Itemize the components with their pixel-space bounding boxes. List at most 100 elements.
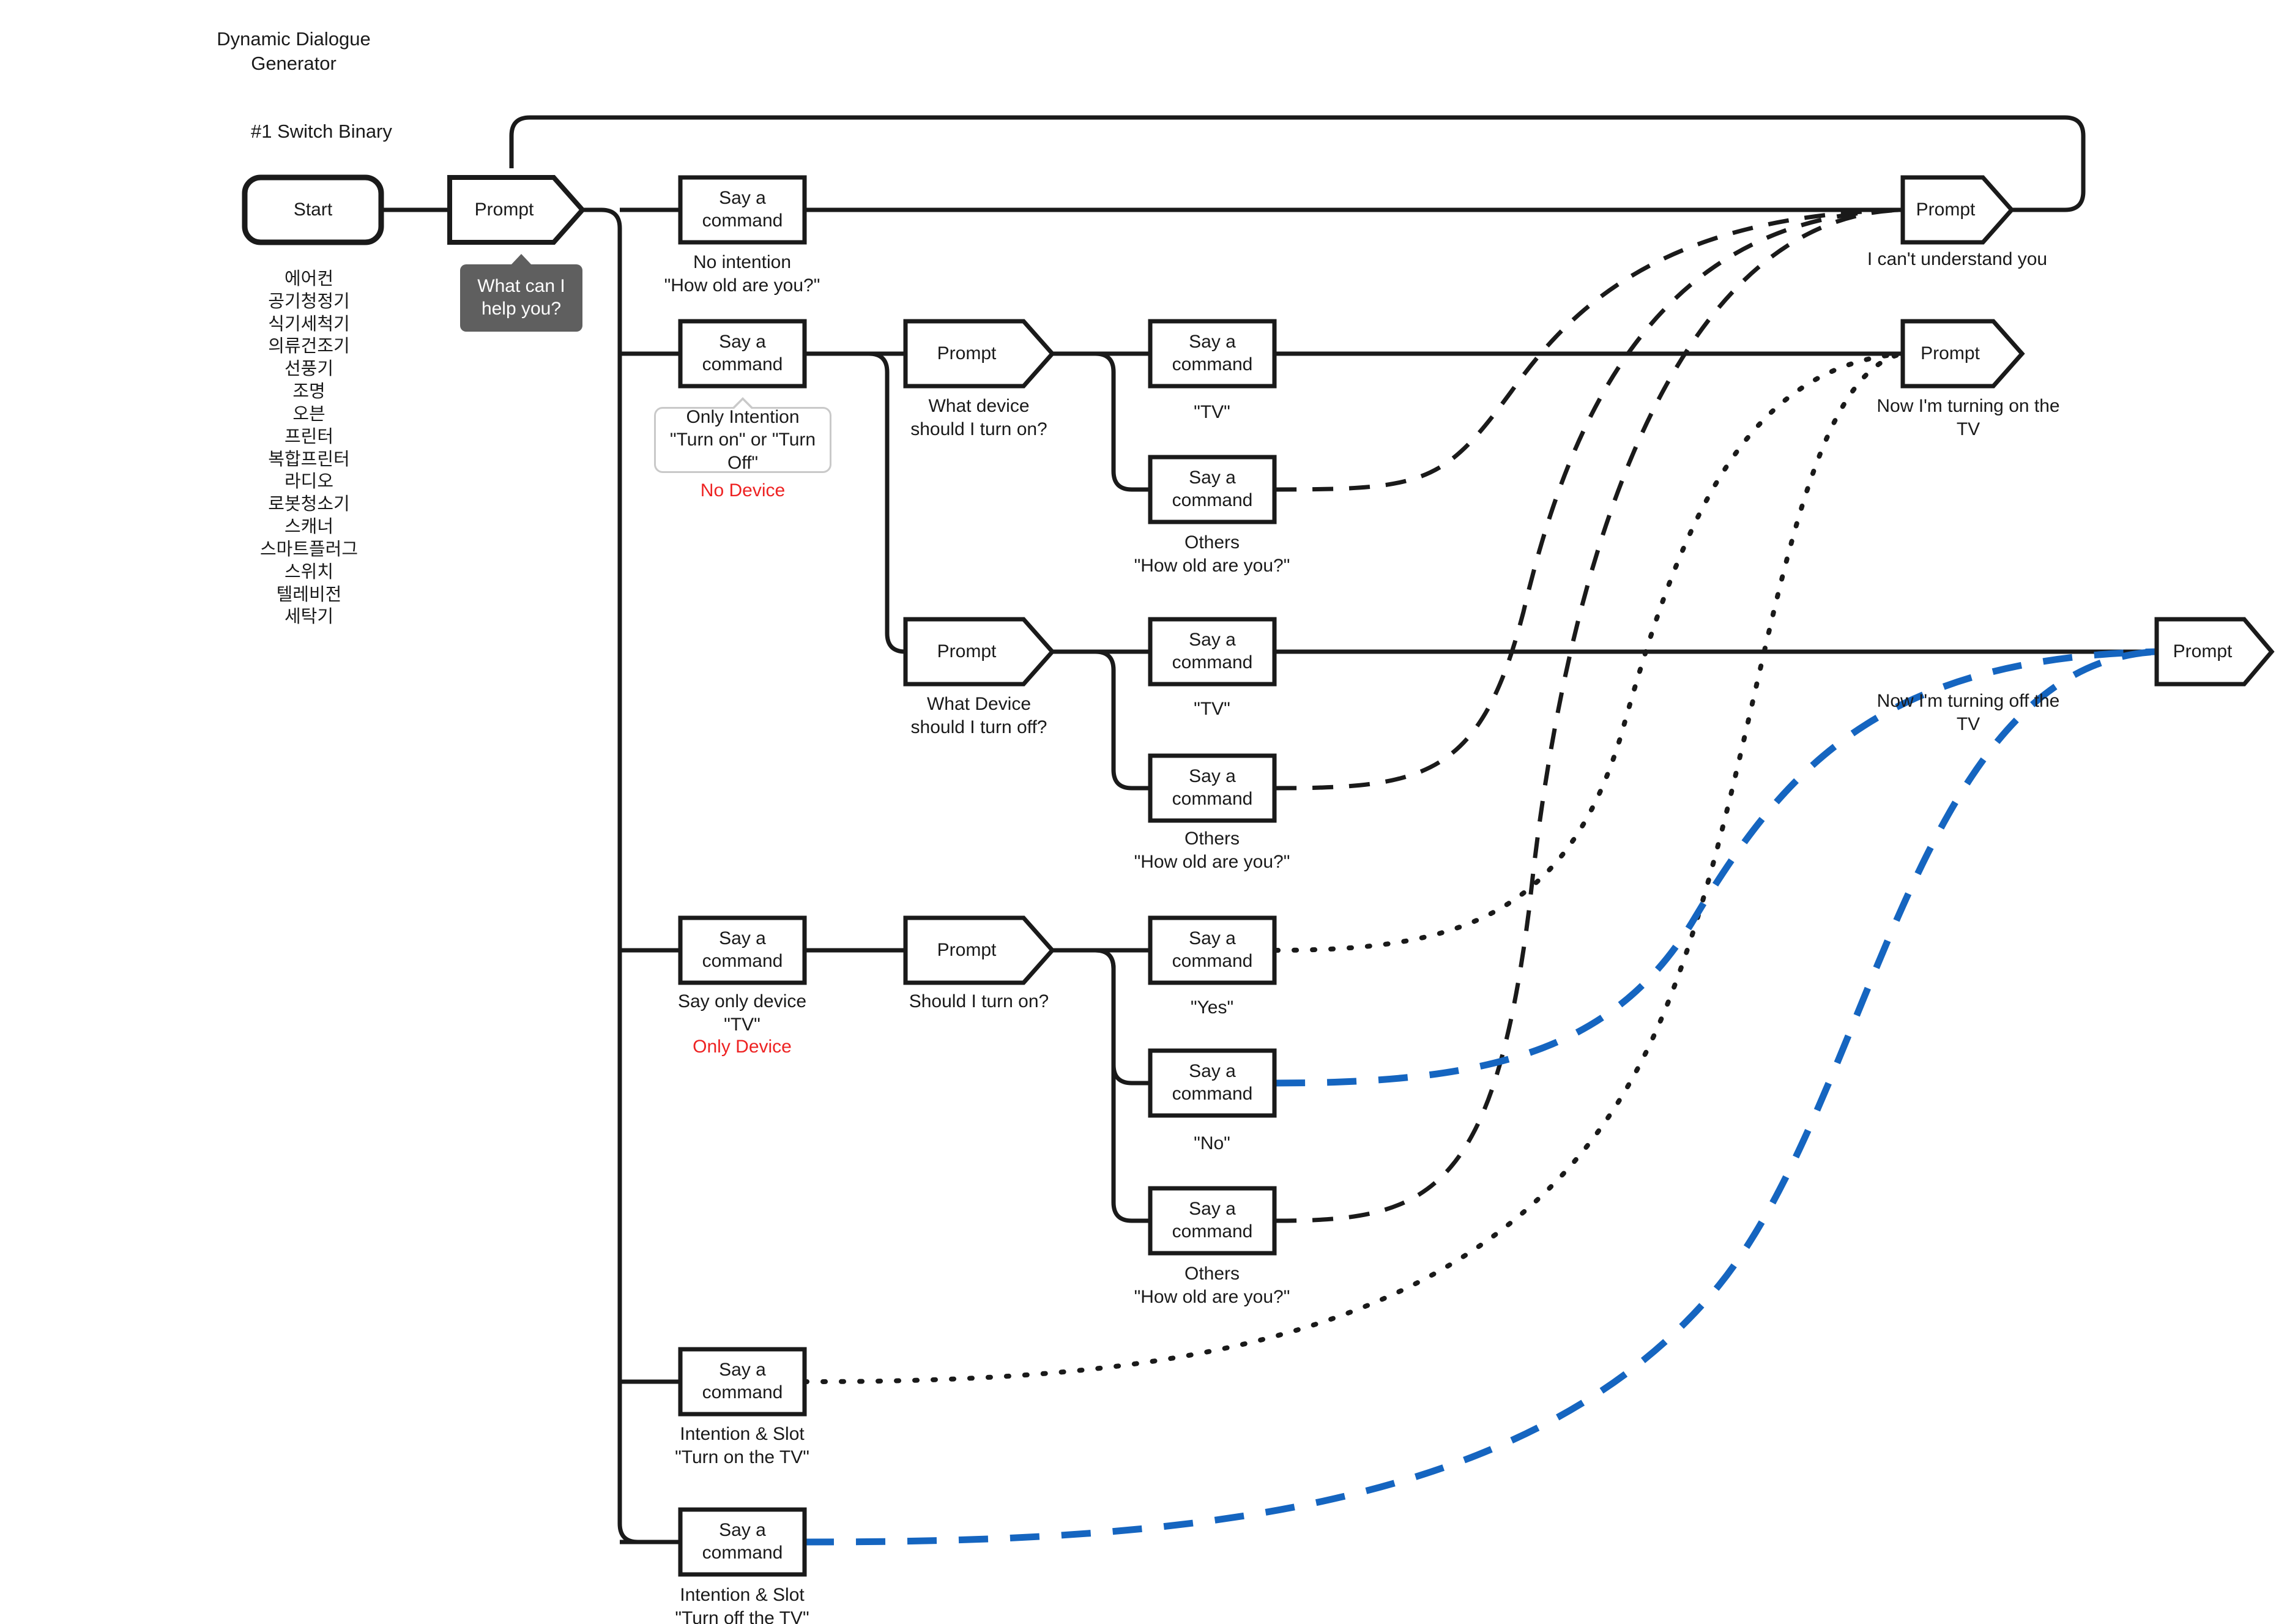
node-prompt-should-turn-on[interactable] [906,918,1052,983]
caption-no-line1: "No" [1194,1133,1230,1153]
node-say-only-device[interactable] [680,918,805,983]
caption-no-device-line1: No Device [700,480,786,501]
connector-layer [242,115,2275,1577]
node-prompt-what-device-on[interactable] [906,321,1052,386]
caption-what-device-on-line1: What device [928,396,1030,416]
caption-tv-on-line1: "TV" [1194,402,1230,422]
caption-others-on-line1: Others [1184,532,1240,553]
caption-turning-on-line2: TV [1956,419,1980,439]
caption-no-intention-line1: No intention [693,252,792,272]
page-title-line2: Generator [251,53,337,75]
caption-should-turn-on-line1: Should I turn on? [909,991,1049,1011]
caption-others-off-line2: "How old are you?" [1134,851,1290,872]
caption-yes-line1: "Yes" [1190,997,1234,1018]
device-item: 식기세척기 [268,314,350,334]
node-prompt-what-device-off[interactable] [906,619,1052,684]
edge-dash-others-off-to-cant-understand [1275,207,1903,791]
device-item: 조명 [292,382,325,402]
caption-what-device-on: What device should I turn on? [887,395,1071,441]
caption-cant-understand-line1: I can't understand you [1867,249,2048,269]
caption-what-device-off: What Device should I turn off? [887,693,1071,739]
node-say-others-off[interactable] [1150,756,1274,821]
caption-turning-on: Now I'm turning on the TV [1873,395,2063,441]
caption-turning-off-line1: Now I'm turning off the [1876,691,2060,711]
caption-tv-off: "TV" [1120,698,1304,721]
caption-others-yesno-line1: Others [1184,1264,1240,1284]
node-prompt-root[interactable] [450,177,582,242]
node-say-no[interactable] [1150,1051,1274,1116]
caption-say-only-device: Say only device "TV" [650,990,834,1036]
device-item: 라디오 [284,472,334,492]
caption-no-device: No Device [651,479,835,502]
device-item: 오븐 [292,404,325,424]
caption-what-device-on-line2: should I turn on? [910,419,1047,439]
node-prompt-cant-understand[interactable] [1903,177,2012,242]
caption-yes: "Yes" [1120,996,1304,1019]
caption-no-intention: No intention "How old are you?" [650,251,834,297]
caption-others-yesno-line2: "How old are you?" [1134,1286,1290,1307]
caption-turning-off-line2: TV [1956,713,1980,734]
device-item: 세탁기 [284,607,334,627]
caption-what-device-off-line2: should I turn off? [910,717,1047,737]
caption-intent-slot-on: Intention & Slot "Turn on the TV" [650,1423,834,1469]
caption-turning-off: Now I'm turning off the TV [1873,690,2063,736]
tooltip-only-intention-line2: "Turn on" or "Turn Off" [669,430,816,473]
caption-should-turn-on: Should I turn on? [887,990,1071,1013]
node-say-no-intention[interactable] [680,177,805,242]
page-title: Dynamic Dialogue Generator [202,27,385,76]
device-list: 에어컨 공기청정기 식기세척기 의류건조기 선풍기 조명 오븐 프린터 복합프린… [232,268,385,628]
caption-others-off-line1: Others [1184,829,1240,849]
caption-say-only-device-line2: "TV" [724,1014,761,1035]
section-label: #1 Switch Binary [251,121,392,142]
caption-others-off: Others "How old are you?" [1120,827,1304,873]
caption-intent-slot-on-line2: "Turn on the TV" [675,1447,809,1467]
edge-blue-intent-off-to-turning-off [804,648,2157,1546]
caption-tv-off-line1: "TV" [1194,699,1230,719]
device-item: 에어컨 [284,269,334,289]
caption-intent-slot-off-line1: Intention & Slot [680,1585,805,1605]
device-item: 복합프린터 [268,449,350,469]
node-say-yes[interactable] [1150,918,1274,983]
device-item: 로봇청소기 [268,494,350,515]
edge-dot-intent-on-to-turning-on [802,351,1905,1384]
edge-dot-yes-to-turning-on [1273,351,1905,953]
caption-intent-slot-on-line1: Intention & Slot [680,1424,805,1444]
caption-no: "No" [1120,1132,1304,1155]
tooltip-only-intention: Only Intention "Turn on" or "Turn Off" [654,397,831,473]
edge-dash-others-on-to-cant-understand [1275,207,1903,492]
node-prompt-turning-on[interactable] [1903,321,2022,386]
caption-only-device-line1: Only Device [693,1037,792,1057]
node-say-intent-slot-off[interactable] [680,1510,805,1574]
device-item: 공기청정기 [268,291,350,311]
caption-no-intention-line2: "How old are you?" [664,275,820,296]
caption-turning-on-line1: Now I'm turning on the [1876,396,2060,416]
caption-others-yesno: Others "How old are you?" [1120,1262,1304,1308]
node-say-intent-slot-on[interactable] [680,1349,805,1414]
page-title-line1: Dynamic Dialogue [217,28,371,50]
node-say-only-intention[interactable] [680,321,805,386]
device-item: 프린터 [284,426,334,447]
device-item: 텔레비전 [276,584,342,605]
caption-intent-slot-off: Intention & Slot "Turn off the TV" [650,1584,834,1624]
caption-others-on-line2: "How old are you?" [1134,555,1290,576]
tooltip-only-intention-line1: Only Intention [686,407,800,428]
tooltip-what-can-i-help: What can I help you? [460,254,582,332]
node-prompt-turning-off[interactable] [2157,619,2272,684]
device-item: 의류건조기 [268,337,350,357]
caption-say-only-device-line1: Say only device [677,991,807,1011]
caption-tv-on: "TV" [1120,401,1304,424]
node-say-tv-on[interactable] [1150,321,1274,386]
caption-cant-understand: I can't understand you [1865,248,2049,271]
device-item: 스마트플러그 [259,539,359,559]
caption-intent-slot-off-line2: "Turn off the TV" [675,1607,809,1624]
node-say-others-on[interactable] [1150,457,1274,522]
tooltip-what-can-i-help-text: What can I help you? [477,276,565,319]
edge-dash-others-yesno-to-cant-understand [1275,207,1903,1223]
node-start[interactable] [245,177,381,242]
flowchart-canvas: Dynamic Dialogue Generator #1 Switch Bin… [0,0,2276,1624]
device-item: 스위치 [284,562,334,582]
caption-only-device: Only Device [650,1035,834,1059]
node-say-others-yesno[interactable] [1150,1188,1274,1253]
device-item: 선풍기 [284,359,334,379]
node-say-tv-off[interactable] [1150,619,1274,684]
